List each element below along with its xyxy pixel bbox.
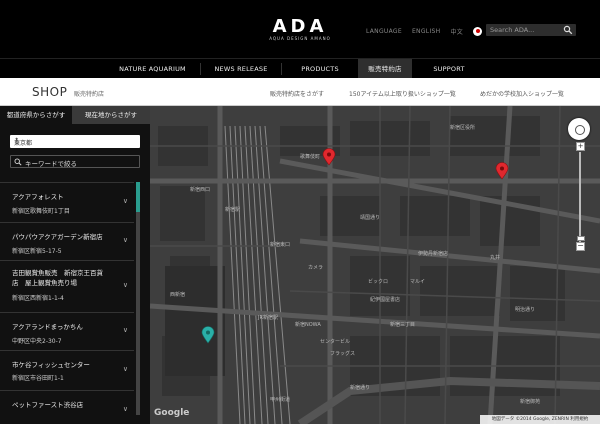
scrollbar-thumb[interactable] (136, 182, 140, 212)
chevron-down-icon[interactable]: ∨ (123, 281, 128, 289)
page-subtitle: 販売特約店 (74, 91, 105, 98)
map-label: 西新宿 (170, 292, 186, 298)
map-label: 新宿駅 (225, 207, 241, 213)
map-label: 新宿西口 (190, 187, 211, 193)
chevron-down-icon[interactable]: ∨ (123, 236, 128, 244)
zoom-out-button[interactable]: − (576, 242, 585, 251)
shop-name: 市ケ谷フィッシュセンター (12, 361, 90, 369)
site-header: ADA AQUA DESIGN AMANO LANGUAGE ENGLISH 中… (0, 0, 600, 58)
shop-search-sidebar: 都道府県からさがす 現在地からさがす 東京都 ⬍ キーワードで絞る アクアフォレ… (0, 106, 150, 424)
language-label: LANGUAGE (366, 27, 402, 35)
chevron-down-icon[interactable]: ∨ (123, 326, 128, 334)
map-label: 丸井 (490, 255, 501, 261)
prefecture-select[interactable]: 東京都 ⬍ (10, 135, 140, 148)
map-pan-control[interactable] (568, 118, 590, 140)
map-label: 紀伊國屋書店 (370, 297, 401, 303)
site-search-input[interactable]: Search ADA... (486, 24, 576, 36)
page-title: SHOP (32, 85, 68, 99)
shop-list-item[interactable]: ペットファースト渋谷店 ∨ (0, 390, 134, 424)
zoom-slider-track[interactable] (579, 152, 581, 242)
map-label: JR新宿駅 (258, 315, 278, 321)
chevron-down-icon[interactable]: ∨ (123, 197, 128, 205)
shop-list-item[interactable]: 市ケ谷フィッシュセンター 新宿区市谷田町1-1 ∨ (0, 350, 134, 390)
lang-chinese-link[interactable]: 中文 (450, 27, 463, 36)
shop-name-line-1: 吉田観賞魚販売 新宿京王百貨 (12, 269, 103, 277)
red-pin-2-icon[interactable] (495, 162, 509, 180)
shop-address: 新宿区新宿5-17-5 (12, 248, 62, 255)
shop-address: 中野区中央2-30-7 (12, 338, 62, 345)
shop-name: アクアフォレスト (12, 193, 64, 201)
search-icon[interactable] (563, 25, 573, 35)
map-label: 明治通り (515, 307, 536, 313)
map-label: 甲州街道 (270, 397, 291, 403)
map-label: 新宿東口 (270, 242, 291, 248)
shop-list-item[interactable]: 吉田観賞魚販売 新宿京王百貨 店 屋上観賞魚売り場 新宿区西新宿1-1-4 ∨ (0, 260, 134, 312)
map-label: フラッグス (330, 351, 356, 357)
shop-address: 新宿区歌舞伎町1丁目 (12, 208, 70, 215)
map-label: 新宿区役所 (450, 125, 476, 131)
map-copyright[interactable]: 地図データ ©2014 Google, ZENRIN 利用規約 (480, 415, 600, 424)
map-label: 伊勢丹新宿店 (418, 251, 449, 257)
keyword-filter-label: キーワードで絞る (25, 160, 77, 168)
main-nav: NATURE AQUARIUM NEWS RELEASE PRODUCTS 販売… (0, 58, 600, 79)
map-zoom-control[interactable]: + − (576, 142, 585, 251)
map-label: マルイ (410, 279, 426, 285)
map-label: 歌舞伎町 (300, 154, 321, 160)
shop-name-line-2: 店 屋上観賞魚売り場 (12, 279, 77, 287)
shop-list-item[interactable]: パウパウアクアガーデン新宿店 新宿区新宿5-17-5 ∨ (0, 222, 134, 260)
link-150-items-shops[interactable]: 150アイテム以上取り扱いショップ一覧 (349, 89, 456, 98)
search-placeholder: Search ADA... (490, 26, 535, 34)
teal-pin-icon[interactable] (201, 326, 215, 344)
ada-logo[interactable]: ADA AQUA DESIGN AMANO (268, 18, 332, 44)
map-label: 新宿通り (350, 385, 371, 391)
map-label: 新宿三丁目 (390, 322, 416, 328)
shop-name: パウパウアクアガーデン新宿店 (12, 233, 103, 241)
map-label: カメラ (308, 265, 324, 271)
shop-address: 新宿区市谷田町1-1 (12, 375, 64, 382)
shop-list-scrollbar[interactable] (136, 182, 140, 415)
language-bar: LANGUAGE ENGLISH 中文 (366, 24, 483, 38)
logo-subtitle: AQUA DESIGN AMANO (269, 36, 331, 41)
shop-name: アクアランドまっかちん (12, 323, 83, 331)
red-pin-1-icon[interactable] (322, 148, 336, 166)
logo-mark: ADA (272, 16, 328, 37)
nav-products[interactable]: PRODUCTS (282, 59, 358, 79)
map-label: 新宿NOWA (295, 322, 321, 328)
tab-by-location[interactable]: 現在地からさがす (72, 106, 150, 124)
google-logo: Google (154, 408, 190, 418)
lang-english-link[interactable]: ENGLISH (412, 28, 440, 35)
shop-list-item[interactable]: アクアランドまっかちん 中野区中央2-30-7 ∨ (0, 312, 134, 350)
map-label: センタービル (320, 339, 351, 345)
shop-list-item[interactable]: アクアフォレスト 新宿区歌舞伎町1丁目 ∨ (0, 182, 134, 222)
tab-by-prefecture[interactable]: 都道府県からさがす (0, 106, 72, 124)
chevron-down-icon[interactable]: ∨ (123, 365, 128, 373)
shop-map[interactable]: 歌舞伎町 新宿駅 JR新宿駅 新宿三丁目 西新宿 新宿通り 靖国通り 新宿区役所… (150, 106, 600, 424)
shop-address: 新宿区西新宿1-1-4 (12, 295, 64, 302)
link-find-shop[interactable]: 販売特約店をさがす (270, 89, 324, 98)
nav-support[interactable]: SUPPORT (412, 59, 486, 79)
japan-flag-icon[interactable] (473, 26, 483, 36)
nav-nature-aquarium[interactable]: NATURE AQUARIUM (105, 59, 200, 79)
link-medaka-school-shops[interactable]: めだかの学校加入ショップ一覧 (480, 89, 564, 98)
nav-shops[interactable]: 販売特約店 (358, 59, 412, 79)
shop-list: アクアフォレスト 新宿区歌舞伎町1丁目 ∨ パウパウアクアガーデン新宿店 新宿区… (0, 182, 134, 424)
map-label: 新宿御苑 (520, 399, 541, 405)
map-streets (150, 106, 600, 424)
map-label: ビックロ (368, 279, 389, 285)
shop-subheader: SHOP 販売特約店 販売特約店をさがす 150アイテム以上取り扱いショップ一覧… (0, 78, 600, 106)
search-tabs: 都道府県からさがす 現在地からさがす (0, 106, 150, 124)
nav-news-release[interactable]: NEWS RELEASE (201, 59, 281, 79)
zoom-in-button[interactable]: + (576, 142, 585, 151)
select-arrows-icon: ⬍ (14, 137, 20, 144)
keyword-filter-input[interactable]: キーワードで絞る (10, 155, 140, 168)
search-icon (14, 158, 22, 166)
page: ADA AQUA DESIGN AMANO LANGUAGE ENGLISH 中… (0, 0, 600, 424)
map-label: 靖国通り (360, 215, 381, 221)
chevron-down-icon[interactable]: ∨ (123, 405, 128, 413)
shop-name: ペットファースト渋谷店 (12, 401, 84, 409)
